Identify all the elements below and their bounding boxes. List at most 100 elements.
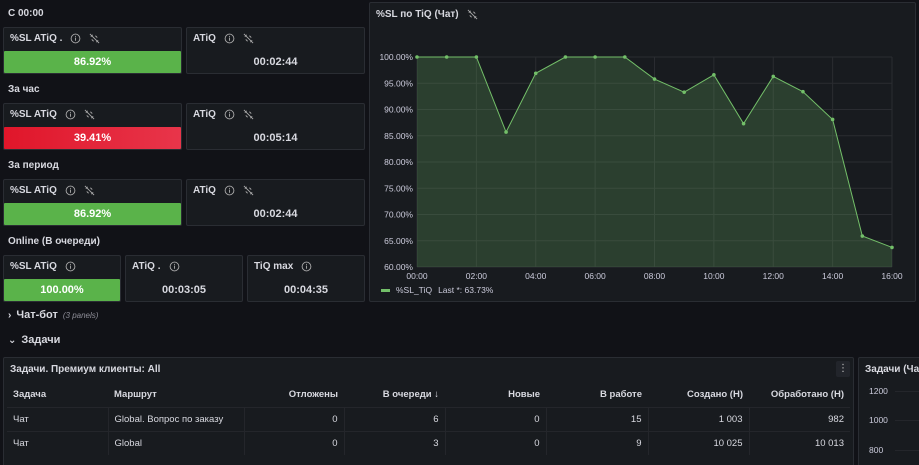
link-off-icon[interactable] (84, 185, 95, 196)
panel-title: ATiQ (193, 109, 216, 120)
table-header-row: Задача Маршрут Отложены В очереди ↓ Новы… (7, 383, 850, 407)
data-point (830, 117, 835, 122)
panel-title: ATiQ (193, 185, 216, 196)
x-tick-label: 14:00 (822, 271, 844, 281)
column-header[interactable]: В работе (546, 383, 648, 407)
stat-panel-sl-period[interactable]: %SL ATiQ 86.92% (3, 179, 182, 226)
panel-title: ATiQ . (132, 261, 161, 272)
table-cell: 10 013 (748, 430, 850, 455)
stat-panel-sl-hour[interactable]: %SL ATiQ 39.41% (3, 103, 182, 150)
column-header[interactable]: Обработано (Н) (749, 383, 850, 407)
panel-title: Задачи (Чат (865, 364, 919, 375)
panel-title: TiQ max (254, 261, 294, 272)
stat-value-bar: 86.92% (4, 203, 181, 225)
table-cell: 15 (545, 406, 648, 431)
info-icon[interactable] (65, 261, 76, 272)
stat-panel-atiq-period[interactable]: ATiQ 00:02:44 (186, 179, 365, 226)
chart-panel-tasks-chat[interactable]: Задачи (Чат 1200 1000 800 (858, 357, 919, 465)
data-point (682, 90, 686, 94)
stat-value-bar: 100.00% (4, 279, 120, 301)
legend-swatch (381, 288, 390, 292)
stat-panel-sl-today[interactable]: %SL ATiQ . 86.92% (3, 27, 182, 74)
x-tick-label: 04:00 (525, 271, 547, 281)
stat-panel-atiq-online[interactable]: ATiQ . 00:03:05 (125, 255, 243, 302)
y-tick-label: 90.00% (384, 105, 413, 115)
info-icon[interactable] (224, 33, 235, 44)
chart-legend[interactable]: %SL_TiQ Last *: 63.73% (381, 285, 493, 295)
sort-arrow-icon: ↓ (434, 389, 439, 401)
stat-panel-atiq-hour[interactable]: ATiQ 00:05:14 (186, 103, 365, 150)
table-row[interactable]: Чат Global 0 3 0 9 10 025 10 013 (7, 430, 850, 455)
data-point (474, 55, 479, 59)
data-point (890, 245, 894, 250)
panel-title: %SL ATiQ . (10, 33, 63, 44)
link-off-icon[interactable] (243, 109, 254, 120)
stat-value: 00:05:14 (253, 132, 298, 144)
info-icon[interactable] (70, 33, 81, 44)
info-icon[interactable] (65, 109, 76, 120)
column-header[interactable]: Маршрут (108, 383, 244, 407)
stat-panel-sl-online[interactable]: %SL ATiQ 100.00% (3, 255, 121, 302)
link-off-icon[interactable] (243, 33, 254, 44)
column-header[interactable]: Задача (7, 383, 108, 407)
y-tick-label: 65.00% (384, 236, 413, 246)
table-row[interactable]: Чат Global. Вопрос по заказу 0 6 0 15 1 … (7, 406, 850, 431)
stat-panel-tiqmax-online[interactable]: TiQ max 00:04:35 (247, 255, 365, 302)
panel-title: %SL ATiQ (10, 185, 57, 196)
table-cell: 982 (748, 406, 850, 431)
link-off-icon[interactable] (84, 109, 95, 120)
panel-title: ATiQ (193, 33, 216, 44)
info-icon[interactable] (65, 185, 76, 196)
stat-value: 00:04:35 (283, 284, 329, 296)
data-point (652, 77, 657, 81)
section-title-period: За период (8, 160, 59, 171)
data-point (623, 55, 627, 59)
x-tick-label: 06:00 (584, 271, 606, 281)
data-point (563, 55, 568, 59)
panel-menu-button[interactable]: ⋮ (836, 361, 850, 377)
table-cell: 10 025 (647, 430, 749, 455)
line-chart[interactable]: 60.00%65.00%70.00%75.00%80.00%85.00%90.0… (370, 31, 915, 301)
row-panel-count: (3 panels) (62, 310, 99, 320)
stat-panel-atiq-today[interactable]: ATiQ 00:02:44 (186, 27, 365, 74)
row-title: Задачи (21, 334, 61, 346)
y-tick-label: 80.00% (384, 157, 413, 167)
chevron-right-icon: › (8, 309, 12, 321)
data-point (771, 74, 776, 79)
row-toggle-chatbot[interactable]: › Чат-бот (3 panels) (8, 309, 98, 321)
x-tick-label: 08:00 (644, 271, 666, 281)
table-cell: 1 003 (647, 406, 749, 431)
stat-value-bar: 86.92% (4, 51, 181, 73)
info-icon[interactable] (224, 185, 235, 196)
section-title-online: Online (В очереди) (8, 236, 100, 247)
section-title-hour: За час (8, 84, 40, 95)
link-off-icon[interactable] (467, 9, 478, 20)
row-toggle-tasks[interactable]: ⌄ Задачи (8, 334, 60, 346)
row-title: Чат-бот (16, 309, 58, 321)
chart-panel-sl-tiq[interactable]: %SL по TiQ (Чат) 60.00% 65.00% 70.00% 75.00… (369, 2, 916, 302)
info-icon[interactable] (301, 261, 312, 272)
section-title-today: С 00:00 (8, 8, 44, 19)
table-cell: Чат (7, 406, 108, 431)
y-tick-label: 75.00% (384, 183, 413, 193)
panel-title: %SL ATiQ (10, 109, 57, 120)
data-point (593, 55, 597, 59)
table-cell: 0 (444, 430, 546, 455)
column-header[interactable]: Новые (445, 383, 546, 407)
info-icon[interactable] (224, 109, 235, 120)
table-cell: Global. Вопрос по заказу (107, 406, 244, 431)
column-header-sorted[interactable]: В очереди ↓ (344, 383, 445, 407)
x-tick-label: 10:00 (703, 271, 725, 281)
column-header[interactable]: Отложены (244, 383, 344, 407)
table-panel-tasks[interactable]: Задачи. Премиум клиенты: All ⋮ Задача Ма… (3, 357, 854, 465)
info-icon[interactable] (169, 261, 180, 272)
data-point (444, 55, 449, 59)
x-tick-label: 00:00 (406, 271, 428, 281)
table-cell: 3 (343, 430, 445, 455)
link-off-icon[interactable] (243, 185, 254, 196)
column-header[interactable]: Создано (Н) (648, 383, 749, 407)
link-off-icon[interactable] (89, 33, 100, 44)
table-cell: 0 (243, 430, 344, 455)
data-point (504, 130, 508, 134)
table-cell: Global (107, 430, 244, 455)
